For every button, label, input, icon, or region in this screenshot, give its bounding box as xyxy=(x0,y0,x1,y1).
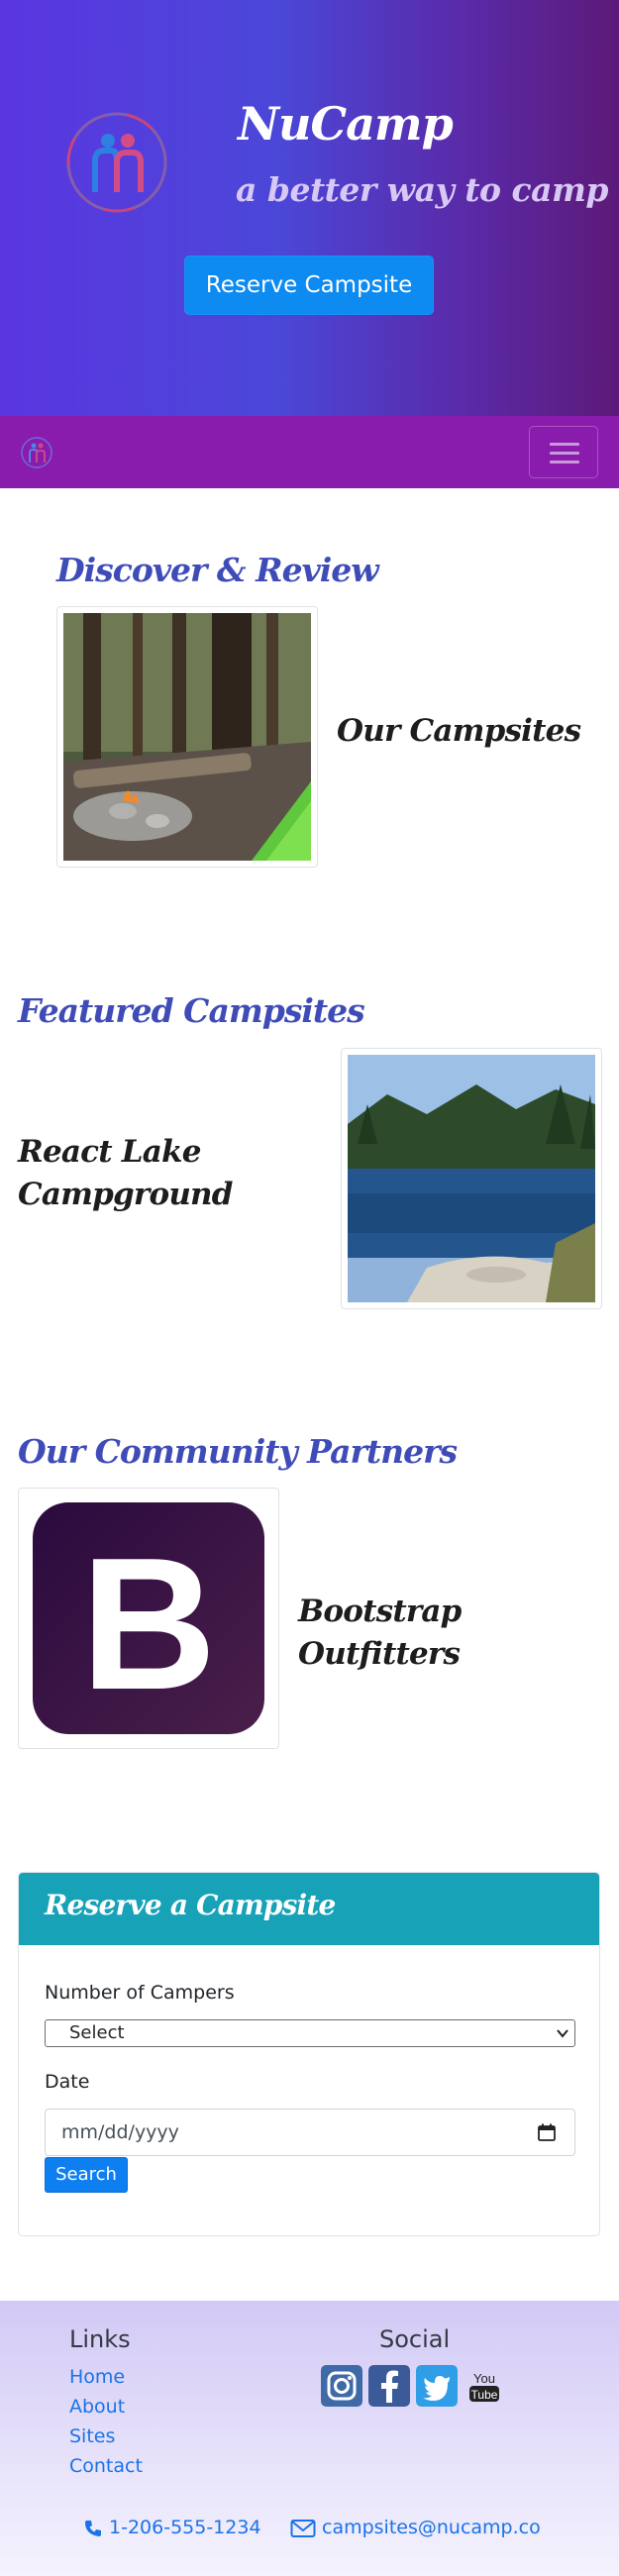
chevron-down-icon xyxy=(557,2029,568,2038)
footer: Links Home About Sites Contact Social Yo… xyxy=(0,2301,619,2576)
bootstrap-logo-icon: B xyxy=(33,1502,264,1734)
phone-number: 1-206-555-1234 xyxy=(109,2517,261,2538)
footer-link-sites[interactable]: Sites xyxy=(69,2425,115,2447)
youtube-icon[interactable]: You Tube xyxy=(464,2365,505,2407)
phone-icon xyxy=(85,2521,101,2536)
discover-heading: Discover & Review xyxy=(56,551,379,589)
search-button[interactable]: Search xyxy=(45,2157,128,2193)
partner-logo-image[interactable]: B xyxy=(18,1488,279,1749)
brand-subtitle: a better way to camp xyxy=(236,170,608,209)
svg-text:You: You xyxy=(473,2371,495,2386)
instagram-icon[interactable] xyxy=(321,2365,362,2407)
navbar xyxy=(0,416,619,488)
featured-campsite-title: React Lake Campground xyxy=(18,1134,233,1212)
phone-link[interactable]: 1-206-555-1234 xyxy=(83,2517,261,2538)
links-heading: Links xyxy=(69,2325,131,2353)
reserve-campsite-button[interactable]: Reserve Campsite xyxy=(184,256,434,315)
jumbotron-header: NuCamp a better way to camp Reserve Camp… xyxy=(0,0,619,416)
svg-text:B: B xyxy=(80,1519,216,1729)
navbar-toggler-button[interactable] xyxy=(529,426,598,478)
date-input[interactable]: mm/dd/yyyy xyxy=(45,2109,575,2156)
date-label: Date xyxy=(45,2071,90,2093)
footer-link-about[interactable]: About xyxy=(69,2396,125,2418)
email-link[interactable]: campsites@nucamp.co xyxy=(290,2517,541,2538)
partners-heading: Our Community Partners xyxy=(18,1432,458,1471)
campers-select[interactable]: Select xyxy=(45,2019,575,2047)
facebook-icon[interactable] xyxy=(368,2365,410,2407)
twitter-icon[interactable] xyxy=(416,2365,458,2407)
nucamp-logo-small-icon[interactable] xyxy=(20,436,53,469)
envelope-icon xyxy=(290,2520,316,2537)
brand-title: NuCamp xyxy=(238,97,454,151)
our-campsites-title: Our Campsites xyxy=(337,713,581,749)
hamburger-icon xyxy=(550,443,579,446)
featured-heading: Featured Campsites xyxy=(18,991,365,1030)
date-placeholder: mm/dd/yyyy xyxy=(61,2121,179,2143)
partner-name-title: Bootstrap Outfitters xyxy=(298,1594,462,1672)
react-lake-image[interactable] xyxy=(341,1048,602,1309)
email-address: campsites@nucamp.co xyxy=(322,2517,541,2538)
reservation-card: Reserve a Campsite Number of Campers Sel… xyxy=(18,1872,600,2236)
lake-image xyxy=(348,1055,595,1302)
footer-link-home[interactable]: Home xyxy=(69,2366,125,2388)
campers-select-value: Select xyxy=(69,2022,125,2043)
social-heading: Social xyxy=(379,2325,451,2353)
svg-text:Tube: Tube xyxy=(471,2388,498,2402)
calendar-icon[interactable] xyxy=(537,2122,557,2142)
reservation-title: Reserve a Campsite xyxy=(45,1889,336,1921)
nucamp-logo-icon xyxy=(66,112,167,213)
campsites-image[interactable] xyxy=(56,606,318,868)
footer-link-contact[interactable]: Contact xyxy=(69,2455,143,2477)
forest-campsite-image xyxy=(63,613,311,861)
campers-label: Number of Campers xyxy=(45,1982,235,2004)
